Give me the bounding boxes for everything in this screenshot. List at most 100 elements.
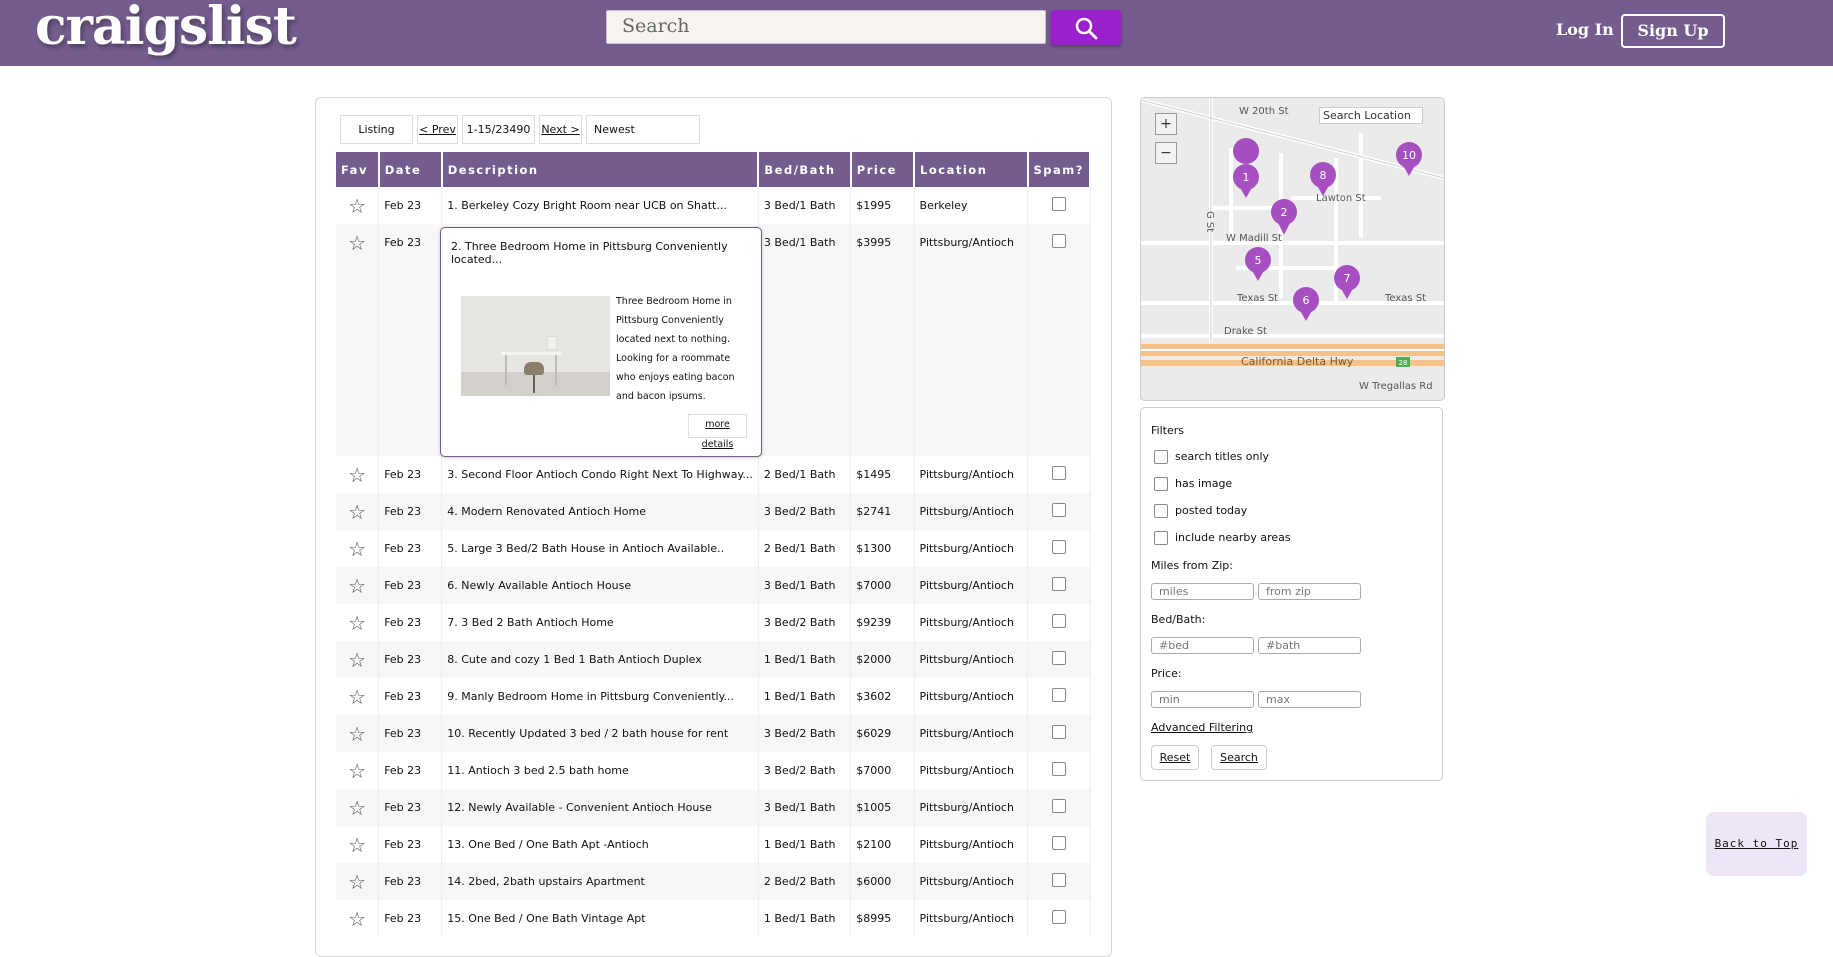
table-row[interactable]: ☆ Feb 23 6. Newly Available Antioch Hous…	[336, 567, 1091, 604]
row-description[interactable]: 12. Newly Available - Convenient Antioch…	[441, 789, 759, 826]
filter-checkbox[interactable]	[1154, 450, 1168, 464]
star-icon[interactable]: ☆	[341, 761, 373, 781]
reset-button[interactable]: Reset	[1151, 745, 1199, 770]
spam-checkbox[interactable]	[1051, 466, 1066, 480]
row-description[interactable]: 14. 2bed, 2bath upstairs Apartment	[441, 863, 759, 900]
filter-option[interactable]: posted today	[1154, 504, 1247, 518]
star-icon[interactable]: ☆	[341, 613, 373, 633]
spam-checkbox[interactable]	[1051, 503, 1066, 517]
row-description[interactable]: 15. One Bed / One Bath Vintage Apt	[441, 900, 759, 937]
star-icon[interactable]: ☆	[341, 539, 373, 559]
star-icon[interactable]: ☆	[341, 465, 373, 485]
search-button[interactable]	[1051, 10, 1121, 45]
row-description[interactable]: 10. Recently Updated 3 bed / 2 bath hous…	[441, 715, 759, 752]
map-panel[interactable]: 28 W 20th St Lawton St G St W Madill St …	[1140, 97, 1445, 401]
max-price-input[interactable]: max	[1258, 691, 1361, 708]
spam-checkbox[interactable]	[1051, 873, 1066, 887]
table-row[interactable]: ☆ Feb 23 9. Manly Bedroom Home in Pittsb…	[336, 678, 1091, 715]
star-icon[interactable]: ☆	[341, 909, 373, 929]
zoom-in-button[interactable]: +	[1155, 113, 1177, 135]
table-row[interactable]: ☆ Feb 23 8. Cute and cozy 1 Bed 1 Bath A…	[336, 641, 1091, 678]
row-price: $1300	[850, 530, 915, 567]
star-icon[interactable]: ☆	[341, 835, 373, 855]
row-description[interactable]: 5. Large 3 Bed/2 Bath House in Antioch A…	[441, 530, 759, 567]
star-icon[interactable]: ☆	[341, 687, 373, 707]
star-icon[interactable]: ☆	[341, 233, 373, 253]
min-price-input[interactable]: min	[1151, 691, 1254, 708]
svg-text:7: 7	[1344, 272, 1351, 285]
row-bedbath: 3 Bed/1 Bath	[758, 224, 852, 261]
filter-search-button[interactable]: Search	[1211, 745, 1267, 770]
next-page-button[interactable]: Next >	[539, 115, 582, 144]
table-row[interactable]: ☆ Feb 23 1. Berkeley Cozy Bright Room ne…	[336, 187, 1091, 224]
filter-option[interactable]: search titles only	[1154, 450, 1269, 464]
login-link[interactable]: Log In	[1556, 20, 1614, 39]
table-row[interactable]: ☆ Feb 23 10. Recently Updated 3 bed / 2 …	[336, 715, 1091, 752]
table-row[interactable]: ☆ Feb 23 12. Newly Available - Convenien…	[336, 789, 1091, 826]
table-row[interactable]: ☆ Feb 23 15. One Bed / One Bath Vintage …	[336, 900, 1091, 937]
row-description[interactable]: 6. Newly Available Antioch House	[441, 567, 759, 604]
spam-checkbox[interactable]	[1051, 540, 1066, 554]
spam-checkbox[interactable]	[1051, 651, 1066, 665]
filter-option[interactable]: has image	[1154, 477, 1232, 491]
table-row[interactable]: ☆ Feb 23 14. 2bed, 2bath upstairs Apartm…	[336, 863, 1091, 900]
spam-checkbox[interactable]	[1051, 197, 1066, 211]
filter-option[interactable]: include nearby areas	[1154, 531, 1291, 545]
bath-input[interactable]: #bath	[1258, 637, 1361, 654]
filter-checkbox[interactable]	[1154, 477, 1168, 491]
row-description[interactable]: 7. 3 Bed 2 Bath Antioch Home	[441, 604, 759, 641]
map-canvas[interactable]: 28 W 20th St Lawton St G St W Madill St …	[1141, 98, 1444, 400]
spam-checkbox[interactable]	[1051, 614, 1066, 628]
spam-checkbox[interactable]	[1051, 799, 1066, 813]
more-details-button[interactable]: more details	[688, 414, 747, 450]
star-icon[interactable]: ☆	[341, 798, 373, 818]
spam-checkbox[interactable]	[1051, 577, 1066, 591]
table-row[interactable]: ☆ Feb 23 5. Large 3 Bed/2 Bath House in …	[336, 530, 1091, 567]
spam-checkbox[interactable]	[1051, 725, 1066, 739]
table-row[interactable]: ☆ Feb 23 13. One Bed / One Bath Apt -Ant…	[336, 826, 1091, 863]
site-logo[interactable]: craigslist	[35, 0, 297, 57]
star-icon[interactable]: ☆	[341, 576, 373, 596]
zoom-out-button[interactable]: −	[1155, 142, 1177, 164]
star-icon[interactable]: ☆	[341, 724, 373, 744]
row-description[interactable]: 9. Manly Bedroom Home in Pittsburg Conve…	[441, 678, 759, 715]
row-description[interactable]: 13. One Bed / One Bath Apt -Antioch	[441, 826, 759, 863]
spam-checkbox[interactable]	[1051, 836, 1066, 850]
row-location: Pittsburg/Antioch	[914, 863, 1029, 900]
row-description[interactable]: 11. Antioch 3 bed 2.5 bath home	[441, 752, 759, 789]
table-row[interactable]: ☆ Feb 23 7. 3 Bed 2 Bath Antioch Home 3 …	[336, 604, 1091, 641]
signup-button[interactable]: Sign Up	[1621, 14, 1725, 48]
search-input[interactable]: Search	[606, 10, 1046, 44]
col-location: Location	[914, 152, 1029, 187]
star-icon[interactable]: ☆	[341, 872, 373, 892]
table-row[interactable]: ☆ Feb 23 3. Second Floor Antioch Condo R…	[336, 456, 1091, 493]
star-icon[interactable]: ☆	[341, 196, 373, 216]
star-icon[interactable]: ☆	[341, 650, 373, 670]
back-to-top-button[interactable]: Back to Top	[1706, 812, 1807, 876]
spam-checkbox[interactable]	[1051, 910, 1066, 924]
sort-select[interactable]: Newest	[586, 115, 700, 144]
miles-input[interactable]: miles	[1151, 583, 1254, 600]
advanced-filtering-link[interactable]: Advanced Filtering	[1151, 721, 1253, 734]
spam-checkbox[interactable]	[1051, 688, 1066, 702]
row-description[interactable]: 3. Second Floor Antioch Condo Right Next…	[441, 456, 759, 493]
spam-checkbox[interactable]	[1051, 234, 1066, 248]
row-location: Pittsburg/Antioch	[914, 826, 1029, 863]
map-search-input[interactable]: Search Location	[1319, 107, 1423, 124]
svg-text:5: 5	[1255, 254, 1262, 267]
zip-input[interactable]: from zip	[1258, 583, 1361, 600]
star-icon[interactable]: ☆	[341, 502, 373, 522]
spam-checkbox[interactable]	[1051, 762, 1066, 776]
street-label: W Madill St	[1226, 233, 1282, 244]
bed-input[interactable]: #bed	[1151, 637, 1254, 654]
table-row[interactable]: ☆ Feb 23 4. Modern Renovated Antioch Hom…	[336, 493, 1091, 530]
table-row[interactable]: ☆ Feb 23 11. Antioch 3 bed 2.5 bath home…	[336, 752, 1091, 789]
row-date: Feb 23	[378, 493, 443, 530]
prev-page-button[interactable]: < Prev	[417, 115, 458, 144]
row-description[interactable]: 8. Cute and cozy 1 Bed 1 Bath Antioch Du…	[441, 641, 759, 678]
row-description[interactable]: 1. Berkeley Cozy Bright Room near UCB on…	[441, 187, 759, 224]
popup-title[interactable]: 2. Three Bedroom Home in Pittsburg Conve…	[451, 240, 761, 266]
filter-checkbox[interactable]	[1154, 531, 1168, 545]
row-description[interactable]: 4. Modern Renovated Antioch Home	[441, 493, 759, 530]
filter-checkbox[interactable]	[1154, 504, 1168, 518]
